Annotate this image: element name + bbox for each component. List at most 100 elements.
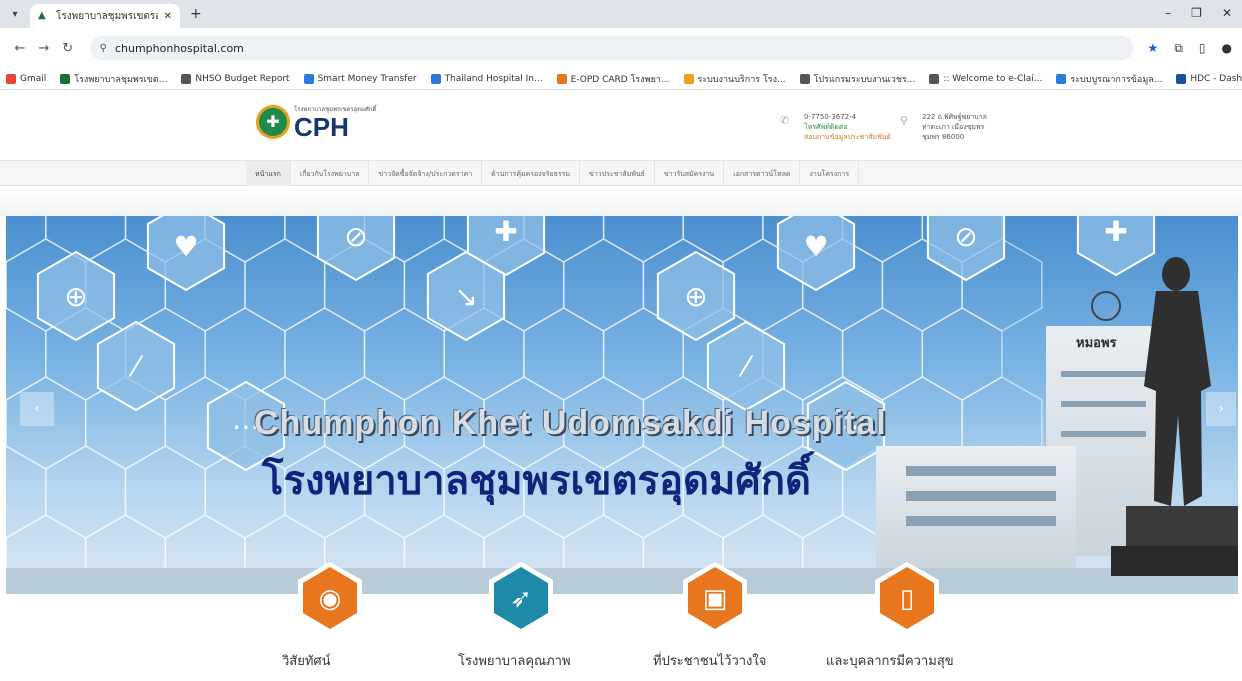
address-line-3: ชุมพร 86000 bbox=[922, 133, 965, 141]
bookmark-favicon-icon bbox=[1176, 73, 1187, 84]
contact-address: ⚲ 222 ถ.พิศิษฐ์พยาบาล ท่าตะเภา เมืองชุมพ… bbox=[900, 112, 987, 142]
nav-item[interactable]: งานโครงการ bbox=[800, 161, 860, 187]
bookmark-favicon-icon bbox=[430, 73, 441, 84]
hero-title-thai: โรงพยาบาลชุมพรเขตรอุดมศักดิ์ bbox=[262, 458, 811, 504]
minimize-icon[interactable]: – bbox=[1165, 6, 1171, 20]
restore-icon[interactable]: ❐ bbox=[1191, 6, 1202, 20]
bookmark-item[interactable]: ระบบงานบริการ โรง... bbox=[683, 72, 786, 86]
svg-text:➶: ➶ bbox=[510, 584, 532, 614]
bookmark-label: HDC - Dashboard n... bbox=[1190, 73, 1242, 84]
bookmark-favicon-icon bbox=[60, 73, 71, 84]
hero-title-english: Chumphon Khet Udomsakdi Hospital bbox=[254, 404, 887, 442]
bookmark-label: โปรแกรมระบบงานเวชร... bbox=[813, 74, 916, 85]
globe-icon[interactable]: ◉ bbox=[298, 562, 362, 634]
rocket-icon[interactable]: ➶ bbox=[489, 562, 553, 634]
browser-tab[interactable]: ▲ โรงพยาบาลชุมพรเขตรอุดมศักดิ์ ✕ bbox=[30, 4, 180, 28]
bookmark-item[interactable]: โรงพยาบาลชุมพรเขต... bbox=[60, 72, 167, 86]
medical-symbol-icon: ⊘ bbox=[954, 220, 977, 253]
nav-item[interactable]: หน้าแรก bbox=[246, 161, 291, 187]
phone-number: 0-7750-3672-4 bbox=[804, 113, 857, 121]
tab-close-icon[interactable]: ✕ bbox=[164, 11, 172, 22]
bookmark-item[interactable]: :: Welcome to e-Clai... bbox=[929, 73, 1042, 84]
hero-spacer bbox=[0, 186, 1242, 216]
bookmark-label: E-OPD CARD โรงพยา... bbox=[570, 74, 670, 85]
bookmark-label: Thailand Hospital In... bbox=[444, 73, 543, 84]
profile-icon[interactable]: ● bbox=[1222, 41, 1232, 56]
sidebar-icon[interactable]: ▯ bbox=[1199, 41, 1206, 56]
bookmark-label: Gmail bbox=[20, 73, 47, 84]
briefcase-icon[interactable]: ▣ bbox=[683, 562, 747, 634]
site-logo[interactable]: ✚ โรงพยาบาลชุมพรเขตรอุดมศักดิ์ CPH bbox=[256, 104, 376, 140]
nav-item[interactable]: ข่าวรับสมัครงาน bbox=[655, 161, 725, 187]
main-nav: หน้าแรก เกี่ยวกับโรงพยาบาล ข่าวจัดซื้อจัดจ… bbox=[0, 160, 1242, 187]
bookmark-item[interactable]: HDC - Dashboard n... bbox=[1176, 73, 1242, 84]
window-close-icon[interactable]: ✕ bbox=[1222, 6, 1232, 20]
feature-label: โรงพยาบาลคุณภาพ bbox=[458, 654, 571, 669]
medical-symbol-icon: ✚ bbox=[494, 216, 517, 248]
phone-subtitle-2: สอบถามข้อมูลประชาสัมพันธ์ bbox=[804, 133, 891, 141]
slider-prev-button[interactable]: ‹ bbox=[20, 392, 54, 426]
phone-icon: ✆ bbox=[780, 114, 790, 127]
hospital-building bbox=[6, 291, 1238, 594]
url-text: chumphonhospital.com bbox=[114, 41, 244, 55]
hospital-favicon-icon: ▲ bbox=[38, 10, 46, 21]
slider-next-button[interactable]: › bbox=[1206, 392, 1236, 426]
window-controls: – ❐ ✕ bbox=[1165, 6, 1232, 20]
logo-text: CPH bbox=[294, 112, 349, 142]
feature-label: ที่ประชาชนไว้วางใจ bbox=[653, 654, 767, 669]
nav-item[interactable]: เกี่ยวกับโรงพยาบาล bbox=[291, 161, 370, 187]
svg-text:◉: ◉ bbox=[319, 584, 342, 614]
extensions-icon[interactable]: ⧉ bbox=[1174, 41, 1183, 56]
bookmark-item[interactable]: ระบบบูรณาการข้อมูล... bbox=[1056, 72, 1162, 86]
feature-strip: ◉ วิสัยทัศน์ ➶ โรงพยาบาลคุณภาพ ▣ ที่ประชาชนไว… bbox=[0, 562, 1242, 681]
mobile-icon[interactable]: ▯ bbox=[875, 562, 939, 634]
bookmark-favicon-icon bbox=[1056, 73, 1067, 84]
bookmark-favicon-icon bbox=[799, 73, 810, 84]
bookmark-item[interactable]: NHSO Budget Report bbox=[181, 73, 290, 84]
address-toolbar: ← → ↻ ⚲ chumphonhospital.com ★ ⧉ ▯ ● bbox=[0, 28, 1242, 68]
medical-symbol-icon: ⊕ bbox=[684, 280, 707, 313]
bookmark-item[interactable]: Thailand Hospital In... bbox=[430, 73, 543, 84]
medical-symbol-icon: ✚ bbox=[1104, 216, 1127, 248]
bookmark-item[interactable]: E-OPD CARD โรงพยา... bbox=[556, 72, 670, 86]
nav-item[interactable]: ข่าวจัดซื้อจัดจ้าง/ประกวดราคา bbox=[369, 161, 483, 187]
forward-icon[interactable]: → bbox=[34, 41, 54, 56]
phone-subtitle: โทรศัพท์ติดต่อ bbox=[804, 123, 848, 131]
feature-label: และบุคลากรมีความสุข bbox=[826, 654, 954, 669]
nav-item[interactable]: ด้านการคุ้มครองจริยธรรม bbox=[482, 161, 581, 187]
new-tab-button[interactable]: + bbox=[190, 6, 202, 22]
bookmark-label: ระบบบูรณาการข้อมูล... bbox=[1070, 74, 1163, 85]
medical-symbol-icon: ⊕ bbox=[64, 280, 87, 313]
back-icon[interactable]: ← bbox=[10, 41, 30, 56]
bookmark-favicon-icon bbox=[303, 73, 314, 84]
medical-symbol-icon: ♥ bbox=[173, 230, 198, 263]
bookmark-star-icon[interactable]: ★ bbox=[1148, 41, 1159, 56]
nav-item[interactable]: ข่าวประชาสัมพันธ์ bbox=[580, 161, 655, 187]
bookmark-favicon-icon bbox=[683, 73, 694, 84]
bookmarks-bar: Gmail โรงพยาบาลชุมพรเขต... NHSO Budget Rep… bbox=[0, 68, 1242, 90]
address-line-2: ท่าตะเภา เมืองชุมพร bbox=[922, 123, 985, 131]
bookmark-label: ระบบงานบริการ โรง... bbox=[697, 74, 786, 85]
bookmark-favicon-icon bbox=[929, 73, 940, 84]
hospital-emblem-icon: ✚ bbox=[256, 105, 290, 139]
svg-text:▣: ▣ bbox=[703, 584, 728, 614]
bookmark-item[interactable]: Gmail bbox=[6, 73, 47, 84]
tab-search-dropdown-icon[interactable]: ▾ bbox=[6, 9, 24, 20]
medical-symbol-icon: ♥ bbox=[803, 230, 828, 263]
reload-icon[interactable]: ↻ bbox=[58, 41, 78, 56]
feature-label: วิสัยทัศน์ bbox=[282, 654, 331, 669]
hero-slider: ♥ ⊘ ✚ ⊕ ⁄ ↘ ⊕ ♥ ⊘ ✚ ⁄ ⋯ ⋯ หมอพร Chumphon… bbox=[6, 216, 1238, 594]
bookmark-label: NHSO Budget Report bbox=[195, 73, 290, 84]
bookmark-item[interactable]: โปรแกรมระบบงานเวชร... bbox=[799, 72, 916, 86]
svg-text:▯: ▯ bbox=[900, 584, 914, 614]
bookmark-label: Smart Money Transfer bbox=[317, 73, 417, 84]
tab-title: โรงพยาบาลชุมพรเขตรอุดมศักดิ์ bbox=[56, 10, 158, 22]
site-info-icon[interactable]: ⚲ bbox=[100, 43, 107, 54]
browser-tab-bar: ▾ ▲ โรงพยาบาลชุมพรเขตรอุดมศักดิ์ ✕ + – ❐… bbox=[0, 0, 1242, 28]
address-line-1: 222 ถ.พิศิษฐ์พยาบาล bbox=[922, 113, 987, 121]
nav-item[interactable]: เอกสารดาวน์โหลด bbox=[724, 161, 801, 187]
medical-symbol-icon: ↘ bbox=[454, 280, 477, 313]
bookmark-item[interactable]: Smart Money Transfer bbox=[303, 73, 417, 84]
bookmark-favicon-icon bbox=[181, 73, 192, 84]
url-input[interactable]: ⚲ chumphonhospital.com bbox=[89, 36, 1134, 60]
